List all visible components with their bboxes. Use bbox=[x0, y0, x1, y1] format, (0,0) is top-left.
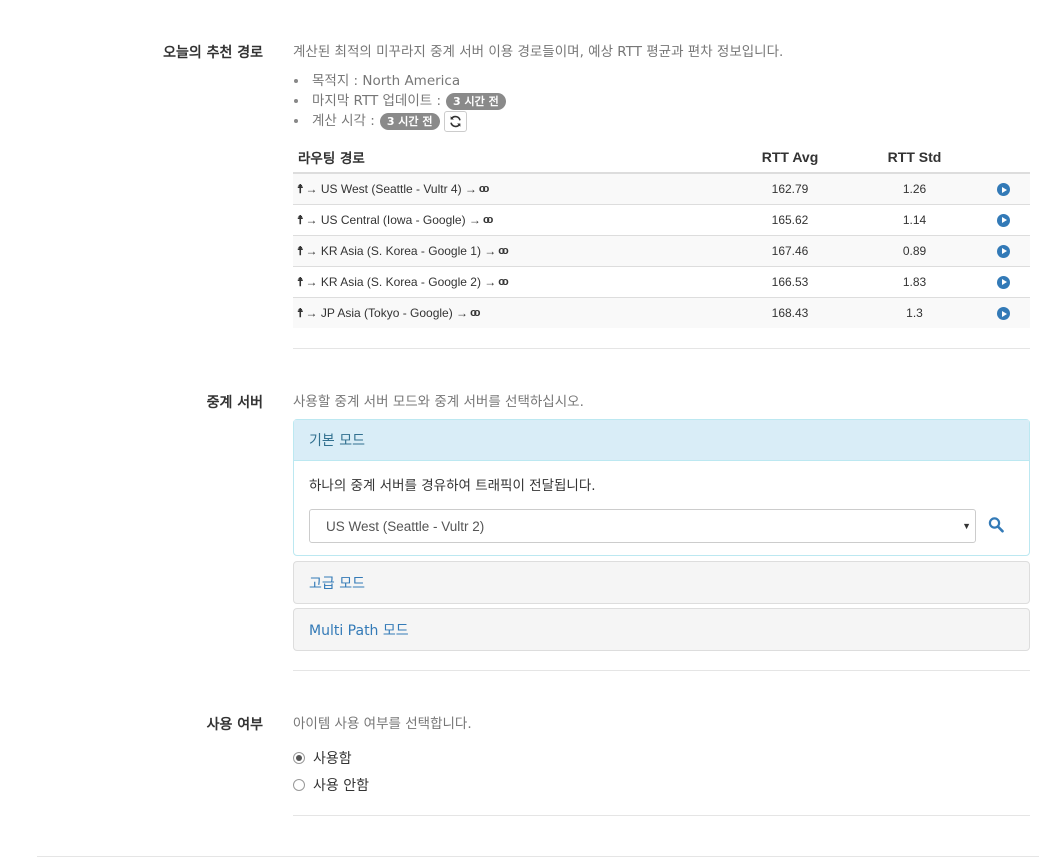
rtt-avg-cell: 165.62 bbox=[728, 203, 852, 235]
table-row: ☨ → US Central (Iowa - Google) → oo 165.62… bbox=[293, 203, 1030, 235]
relay-server-select[interactable]: US West (Seattle - Vultr 2) ▼ bbox=[309, 509, 976, 543]
usage-option-enabled-label: 사용함 bbox=[313, 751, 352, 767]
rtt-std-cell: 0.89 bbox=[852, 234, 977, 266]
relay-help: 사용할 중계 서버 모드와 중계 서버를 선택하십시오. bbox=[293, 394, 584, 410]
person-icon: ☨ bbox=[297, 305, 304, 320]
server-select-row: US West (Seattle - Vultr 2) ▼ bbox=[309, 509, 1014, 543]
section-divider bbox=[293, 348, 1030, 349]
relay-server-value: US West (Seattle - Vultr 2) bbox=[326, 518, 485, 534]
route-text: → US Central (Iowa - Google) → bbox=[305, 212, 481, 227]
calc-time-badge: 3 시간 전 bbox=[379, 112, 440, 130]
radio-enabled[interactable] bbox=[293, 752, 305, 764]
link-icon: oo bbox=[498, 275, 509, 288]
last-update-item: 마지막 RTT 업데이트 : 3 시간 전 bbox=[293, 91, 506, 111]
basic-mode-desc: 하나의 중계 서버를 경유하여 트래픽이 전달됩니다. bbox=[309, 478, 596, 494]
table-row: ☨ → JP Asia (Tokyo - Google) → oo 168.43 1… bbox=[293, 296, 1030, 328]
rtt-avg-cell: 167.46 bbox=[728, 234, 852, 266]
usage-option-disabled[interactable]: 사용 안함 bbox=[293, 775, 369, 795]
multipath-mode-header[interactable]: Multi Path 모드 bbox=[294, 609, 1029, 650]
basic-mode-header[interactable]: 기본 모드 bbox=[294, 420, 1029, 461]
link-icon: oo bbox=[478, 182, 490, 195]
usage-option-disabled-label: 사용 안함 bbox=[313, 778, 369, 794]
radio-disabled[interactable] bbox=[293, 779, 305, 791]
rtt-std-cell: 1.3 bbox=[852, 296, 977, 328]
link-icon: oo bbox=[482, 213, 494, 226]
usage-help: 아이템 사용 여부를 선택합니다. bbox=[293, 716, 472, 732]
table-row: ☨ → KR Asia (S. Korea - Google 2) → oo 166… bbox=[293, 265, 1030, 297]
person-icon: ☨ bbox=[297, 274, 304, 289]
calc-time-item: 계산 시각 : 3 시간 전 bbox=[293, 110, 506, 132]
route-text: → US West (Seattle - Vultr 4) → bbox=[305, 181, 477, 196]
search-icon[interactable] bbox=[988, 516, 1004, 534]
link-icon: oo bbox=[470, 306, 481, 319]
person-icon: ☨ bbox=[297, 243, 304, 258]
recommend-label: 오늘의 추천 경로 bbox=[163, 45, 263, 61]
last-update-badge: 3 시간 전 bbox=[446, 92, 506, 110]
play-circle-icon[interactable] bbox=[997, 244, 1010, 258]
basic-mode-panel: 기본 모드 하나의 중계 서버를 경유하여 트래픽이 전달됩니다. US Wes… bbox=[293, 419, 1030, 556]
header-action bbox=[977, 142, 1030, 174]
play-circle-icon[interactable] bbox=[997, 275, 1010, 289]
refresh-button[interactable] bbox=[443, 110, 467, 132]
route-text: → JP Asia (Tokyo - Google) → bbox=[305, 305, 469, 320]
relay-label: 중계 서버 bbox=[206, 395, 263, 411]
table-row: ☨ → KR Asia (S. Korea - Google 1) → oo 167… bbox=[293, 234, 1030, 266]
advanced-mode-header[interactable]: 고급 모드 bbox=[294, 562, 1029, 603]
refresh-icon bbox=[449, 115, 461, 127]
last-update-text: 마지막 RTT 업데이트 : bbox=[312, 93, 442, 109]
play-circle-icon[interactable] bbox=[997, 213, 1010, 227]
calc-time-text: 계산 시각 : bbox=[312, 113, 375, 129]
rtt-std-cell: 1.26 bbox=[852, 172, 977, 204]
rtt-std-cell: 1.14 bbox=[852, 203, 977, 235]
table-row: ☨ → US West (Seattle - Vultr 4) → oo 162.7… bbox=[293, 172, 1030, 204]
usage-label: 사용 여부 bbox=[206, 717, 263, 733]
destination-text: 목적지 : North America bbox=[312, 73, 461, 89]
rtt-avg-cell: 162.79 bbox=[728, 172, 852, 204]
header-rtt-std: RTT Std bbox=[852, 142, 977, 174]
rtt-avg-cell: 166.53 bbox=[728, 265, 852, 297]
table-header-row: 라우팅 경로 RTT Avg RTT Std bbox=[293, 142, 1030, 174]
rtt-std-cell: 1.83 bbox=[852, 265, 977, 297]
recommend-info-list: 목적지 : North America 마지막 RTT 업데이트 : 3 시간 … bbox=[293, 71, 506, 132]
play-circle-icon[interactable] bbox=[997, 183, 1010, 196]
basic-mode-body: 하나의 중계 서버를 경유하여 트래픽이 전달됩니다. US West (Sea… bbox=[294, 461, 1029, 558]
destination-item: 목적지 : North America bbox=[293, 71, 506, 91]
rtt-avg-cell: 168.43 bbox=[728, 296, 852, 328]
caret-down-icon: ▼ bbox=[962, 521, 971, 531]
route-text: → KR Asia (S. Korea - Google 1) → bbox=[305, 243, 497, 258]
header-route: 라우팅 경로 bbox=[293, 142, 728, 174]
usage-option-enabled[interactable]: 사용함 bbox=[293, 748, 352, 768]
route-text: → KR Asia (S. Korea - Google 2) → bbox=[305, 274, 497, 289]
section-divider bbox=[293, 670, 1030, 671]
rtt-table: 라우팅 경로 RTT Avg RTT Std ☨ → US West (Seatt… bbox=[293, 142, 1030, 328]
multipath-mode-panel: Multi Path 모드 bbox=[293, 608, 1030, 651]
header-rtt-avg: RTT Avg bbox=[728, 142, 852, 174]
person-icon: ☨ bbox=[297, 212, 304, 227]
form-bottom-divider bbox=[37, 856, 1039, 857]
section-divider bbox=[293, 815, 1030, 816]
person-icon: ☨ bbox=[297, 181, 304, 196]
link-icon: oo bbox=[498, 244, 509, 257]
play-circle-icon[interactable] bbox=[997, 307, 1010, 320]
recommend-help: 계산된 최적의 미꾸라지 중계 서버 이용 경로들이며, 예상 RTT 평균과 … bbox=[293, 44, 784, 60]
advanced-mode-panel: 고급 모드 bbox=[293, 561, 1030, 604]
